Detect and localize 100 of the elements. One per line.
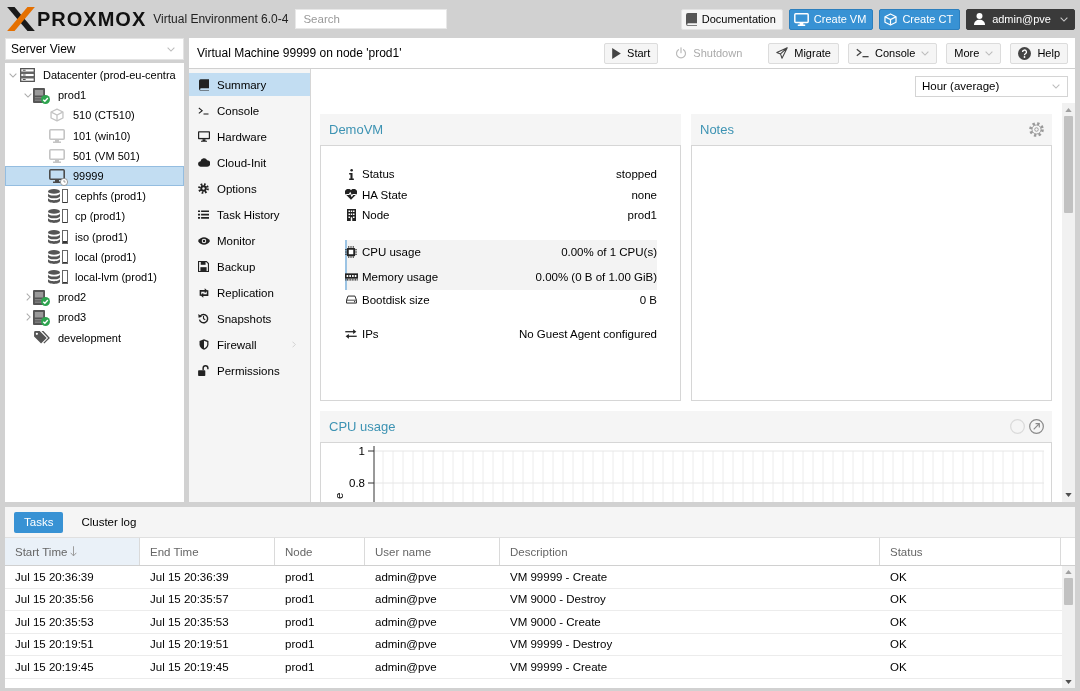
toolbar-button[interactable]: Migrate (768, 42, 839, 64)
monitor-icon (197, 131, 210, 142)
arrows-icon (345, 329, 357, 340)
toolbar-button[interactable]: Console (847, 42, 938, 64)
nav-item[interactable]: Firewall (189, 333, 310, 356)
nav-item[interactable]: Monitor (189, 229, 310, 252)
list-icon (198, 210, 209, 219)
tree-item[interactable]: development (5, 327, 184, 348)
info-icon (348, 168, 354, 180)
product-version: Virtual Environment 6.0-4 (153, 12, 289, 26)
book-icon (198, 78, 209, 91)
table-cell-text: VM 99999 - Create (509, 659, 609, 675)
nav-item[interactable]: Task History (189, 203, 310, 226)
search-field[interactable]: Search (295, 9, 448, 29)
table-cell-text: VM 99999 - Destroy (509, 637, 614, 653)
toolbar-button[interactable]: More (946, 42, 1002, 64)
scrollbar[interactable] (1062, 566, 1075, 688)
field-value: stopped (616, 168, 657, 181)
scrollbar-thumb[interactable] (1064, 116, 1073, 213)
x-logo-icon (7, 7, 35, 31)
toolbar-button[interactable]: Start (604, 42, 659, 64)
table-cell-text: VM 99999 - Create (509, 569, 609, 585)
database-icon (48, 209, 60, 224)
table-cell-text: admin@pve (374, 614, 438, 630)
column-header[interactable]: User name (365, 538, 500, 565)
table-cell-text: Jul 15 20:35:53 (149, 614, 230, 630)
table-cell-text: Jul 15 20:19:51 (14, 637, 95, 653)
scrollbar[interactable] (1062, 103, 1075, 502)
scrollbar-thumb[interactable] (1064, 578, 1073, 605)
table-cell-text: VM 9000 - Destroy (509, 592, 607, 608)
column-header[interactable]: Status (880, 538, 1061, 565)
table-cell-text: prod1 (284, 659, 316, 675)
nav-item[interactable]: Snapshots (189, 307, 310, 330)
column-header[interactable]: Start Time (5, 538, 140, 565)
column-header[interactable]: Node (275, 538, 365, 565)
nav-item[interactable]: Permissions (189, 359, 310, 382)
nav-item[interactable]: Summary (189, 73, 310, 96)
table-cell-text: admin@pve (374, 569, 438, 585)
table-cell-text: prod1 (284, 637, 316, 653)
tree-item[interactable]: cp (prod1) (5, 206, 184, 227)
tree-item[interactable]: local-lvm (prod1) (5, 266, 184, 288)
paper-plane-icon (776, 47, 789, 59)
database-icon (48, 269, 60, 284)
server-rack-icon (19, 68, 35, 83)
table-cell-text: Jul 15 20:35:57 (149, 592, 230, 608)
database-icon (48, 229, 60, 244)
tree-item[interactable]: prod1 (5, 85, 184, 106)
table-cell-text: OK (889, 637, 908, 653)
circle-icon[interactable] (1010, 419, 1025, 434)
field-value: prod1 (627, 209, 657, 222)
timeframe-select[interactable]: Hour (average) (915, 75, 1068, 97)
field-label: Node (362, 209, 390, 222)
tree-item[interactable]: Datacenter (prod-eu-centra (5, 65, 184, 86)
toolbar-button[interactable]: Help (1010, 42, 1068, 64)
nav-item[interactable]: Backup (189, 255, 310, 278)
panel-title: Notes (700, 122, 734, 137)
view-select[interactable]: Server View (5, 38, 184, 60)
user-menu-button[interactable]: admin@pve (966, 8, 1075, 30)
tree-item[interactable]: 501 (VM 501) (5, 145, 184, 166)
chevron-right-icon[interactable] (25, 293, 31, 302)
tree-item[interactable]: 99999 (5, 165, 184, 187)
nav-item[interactable]: Options (189, 177, 310, 200)
table-cell-text: OK (889, 614, 908, 630)
scroll-up-icon (1065, 108, 1072, 112)
column-header[interactable]: Description (500, 538, 880, 565)
user-icon (974, 13, 986, 25)
table-cell-text: prod1 (284, 569, 316, 585)
chevron-down-icon[interactable] (9, 72, 17, 78)
eye-icon (197, 236, 210, 245)
chevron-down-icon[interactable] (24, 92, 32, 98)
panel-title: CPU usage (329, 419, 396, 434)
settings-icon[interactable] (1029, 122, 1044, 137)
loop-arrows-icon (197, 287, 210, 298)
field-label: HA State (362, 188, 408, 201)
tree-item[interactable]: prod2 (5, 287, 184, 308)
tree-item[interactable]: cephfs (prod1) (5, 186, 184, 207)
tree-item[interactable]: iso (prod1) (5, 226, 184, 247)
shield-icon (198, 339, 209, 350)
tree-item[interactable]: 510 (CT510) (5, 105, 184, 126)
chevron-right-icon[interactable] (25, 313, 31, 322)
axis-title: e (333, 492, 345, 499)
table-cell-text: Jul 15 20:19:51 (149, 637, 230, 653)
scroll-down-icon (1065, 680, 1072, 684)
nav-item[interactable]: Replication (189, 281, 310, 304)
column-header[interactable]: End Time (140, 538, 275, 565)
tags-icon (34, 330, 50, 345)
nav-item[interactable]: Hardware (189, 125, 310, 148)
tree-item[interactable]: local (prod1) (5, 246, 184, 267)
nav-item[interactable]: Cloud-Init (189, 151, 310, 174)
nav-item[interactable]: Console (189, 99, 310, 122)
tab[interactable]: Cluster log (71, 511, 147, 533)
documentation-button[interactable]: Documentation (680, 8, 783, 30)
tree-item[interactable]: prod3 (5, 307, 184, 328)
table-cell-text: Jul 15 20:35:53 (14, 614, 95, 630)
field-label: Memory usage (362, 271, 439, 283)
field-label: IPs (362, 328, 379, 341)
table-cell-text: prod1 (284, 592, 316, 608)
database-icon (48, 189, 60, 204)
tree-item[interactable]: 101 (win10) (5, 125, 184, 146)
building-icon (346, 209, 356, 222)
